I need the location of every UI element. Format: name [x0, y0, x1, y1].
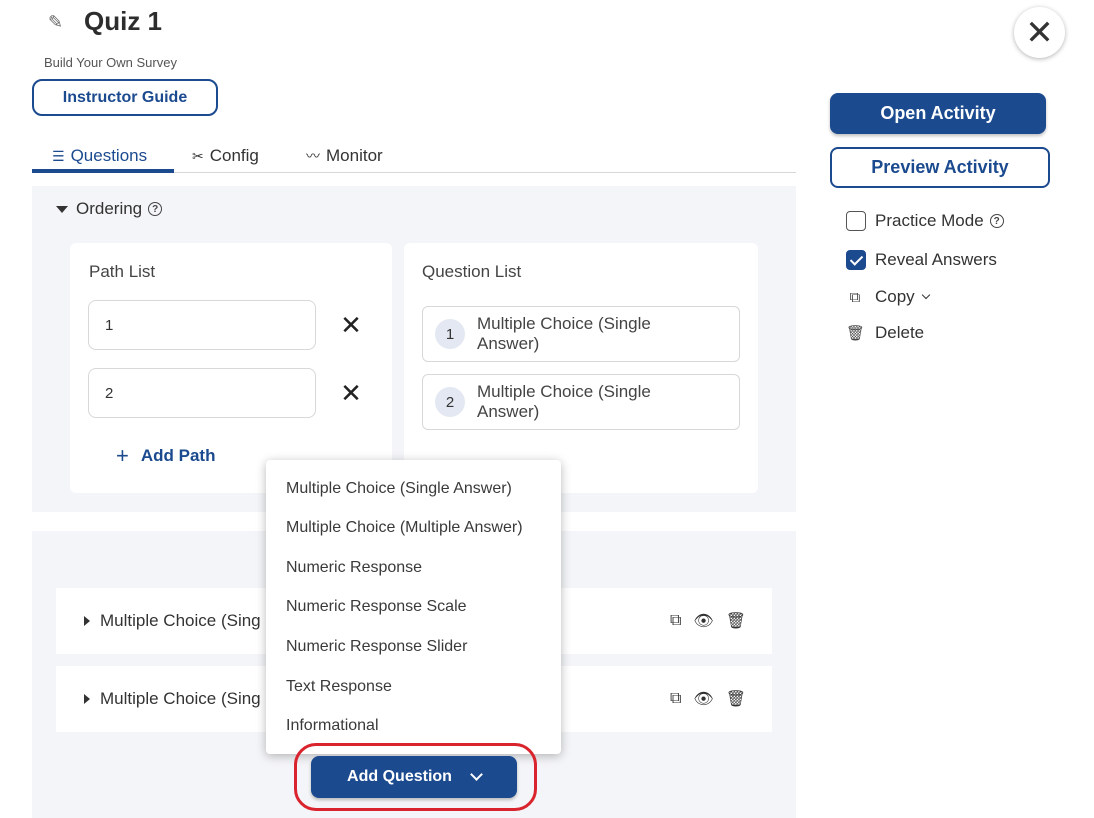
question-list-item-label: Multiple Choice (Single Answer) [477, 314, 651, 353]
caret-right-icon[interactable] [84, 694, 90, 704]
open-activity-button[interactable]: Open Activity [830, 93, 1046, 134]
eye-icon[interactable]: 👁 [693, 689, 713, 709]
copy-label: Copy [875, 287, 915, 306]
chevron-down-icon [921, 290, 930, 300]
add-question-label: Add Question [347, 768, 452, 785]
add-path-label: Add Path [140, 446, 216, 465]
question-list-item[interactable]: 2 Multiple Choice (Single Answer) [422, 374, 740, 430]
tab-questions[interactable]: ☰ Questions [52, 141, 147, 171]
path-list-heading: Path List [89, 262, 156, 281]
menu-item-text-response[interactable]: Text Response [286, 678, 392, 696]
question-number: 2 [435, 387, 465, 417]
ordering-heading: Ordering [76, 199, 143, 218]
copy-icon: ⧉ [849, 288, 861, 306]
question-row-label: Multiple Choice (Sing [100, 689, 261, 708]
instructor-guide-button[interactable]: Instructor Guide [32, 79, 218, 116]
plus-icon: + [116, 443, 129, 468]
reveal-answers-label: Reveal Answers [875, 250, 997, 269]
menu-item-mc-single[interactable]: Multiple Choice (Single Answer) [286, 480, 512, 498]
eye-icon[interactable]: 👁 [693, 611, 713, 631]
active-tab-indicator [32, 169, 174, 173]
copy-menu-button[interactable]: ⧉ Copy [846, 287, 930, 307]
tab-monitor-label: Monitor [326, 146, 383, 165]
delete-label: Delete [875, 323, 925, 342]
question-row-label: Multiple Choice (Sing [100, 611, 261, 630]
help-icon[interactable]: ? [989, 214, 1004, 228]
path-input[interactable]: 2 [88, 368, 316, 418]
menu-item-informational[interactable]: Informational [286, 717, 379, 735]
reveal-answers-option[interactable]: Reveal Answers [846, 250, 997, 270]
practice-mode-label: Practice Mode [875, 211, 984, 230]
menu-item-numeric-response[interactable]: Numeric Response [286, 559, 422, 577]
trash-icon: 🗑 [846, 325, 866, 342]
delete-button[interactable]: 🗑 Delete [846, 323, 924, 343]
tools-icon: ✂ [192, 147, 204, 164]
question-list-item[interactable]: 1 Multiple Choice (Single Answer) [422, 306, 740, 362]
tab-monitor[interactable]: 〰 Monitor [306, 141, 383, 171]
menu-item-numeric-scale[interactable]: Numeric Response Scale [286, 598, 467, 616]
practice-mode-checkbox[interactable] [846, 211, 866, 231]
chevron-down-icon [470, 768, 483, 781]
tab-questions-label: Questions [70, 146, 148, 165]
page-title: Quiz 1 [84, 6, 163, 36]
copy-icon[interactable]: ⧉ [670, 612, 681, 630]
pulse-icon: 〰 [306, 148, 320, 164]
question-number: 1 [435, 319, 465, 349]
menu-item-numeric-slider[interactable]: Numeric Response Slider [286, 638, 467, 656]
page-subtitle: Build Your Own Survey [44, 55, 177, 70]
tab-config[interactable]: ✂ Config [192, 141, 259, 171]
tab-config-label: Config [209, 146, 259, 165]
add-question-button[interactable]: Add Question [311, 756, 517, 798]
path-input[interactable]: 1 [88, 300, 316, 350]
copy-icon[interactable]: ⧉ [670, 690, 681, 708]
caret-down-icon [56, 205, 68, 213]
trash-icon[interactable]: 🗑 [726, 611, 746, 631]
question-list-heading: Question List [422, 262, 522, 281]
pencil-icon[interactable]: ✎ [48, 12, 63, 33]
menu-item-mc-multiple[interactable]: Multiple Choice (Multiple Answer) [286, 519, 523, 537]
trash-icon[interactable]: 🗑 [726, 689, 746, 709]
remove-path-icon[interactable]: ✕ [338, 312, 364, 338]
reveal-answers-checkbox[interactable] [846, 250, 866, 270]
list-icon: ☰ [52, 147, 65, 164]
add-question-menu: Multiple Choice (Single Answer) Multiple… [266, 460, 561, 754]
close-icon[interactable]: ✕ [1014, 7, 1065, 58]
preview-activity-button[interactable]: Preview Activity [830, 147, 1050, 188]
add-path-button[interactable]: + Add Path [116, 443, 215, 469]
ordering-toggle[interactable]: Ordering ? [56, 199, 163, 219]
practice-mode-option[interactable]: Practice Mode ? [846, 211, 1004, 231]
remove-path-icon[interactable]: ✕ [338, 380, 364, 406]
help-icon[interactable]: ? [148, 202, 163, 216]
caret-right-icon[interactable] [84, 616, 90, 626]
question-list-item-label: Multiple Choice (Single Answer) [477, 382, 651, 421]
